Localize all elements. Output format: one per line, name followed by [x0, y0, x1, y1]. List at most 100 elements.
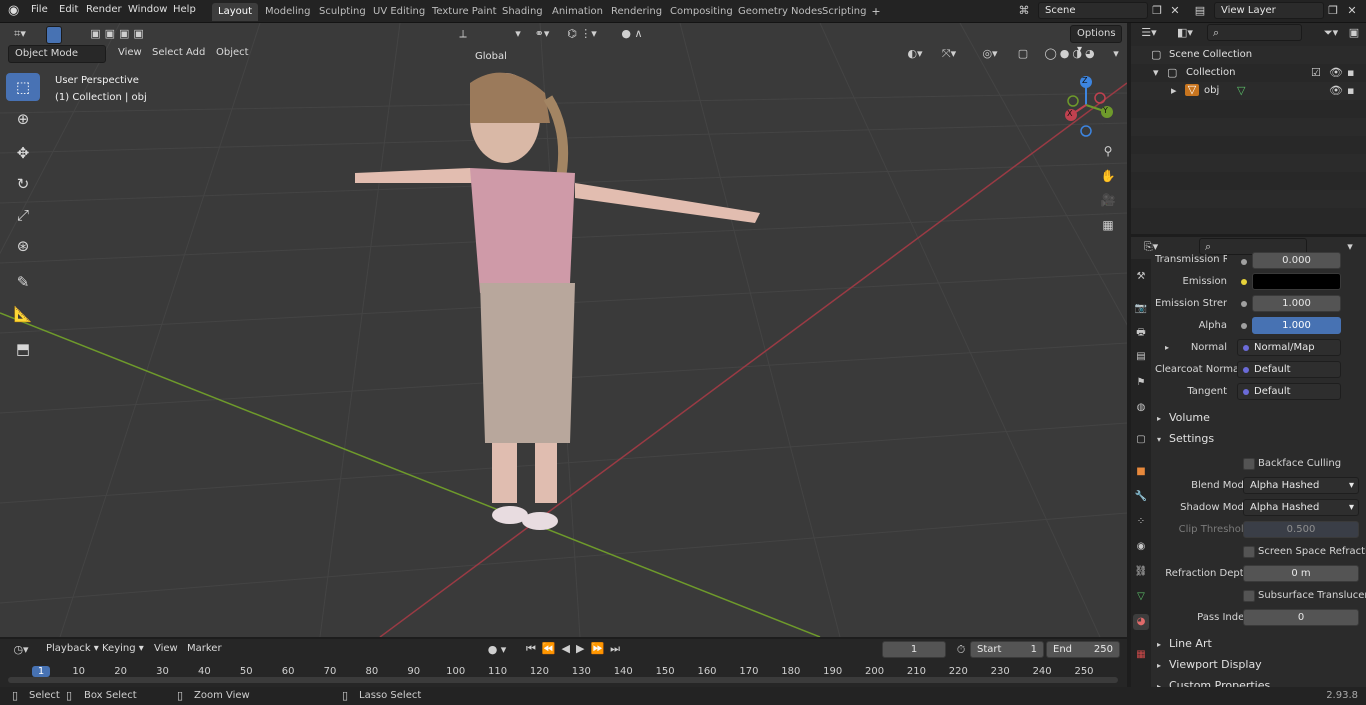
- object-menu[interactable]: Object: [210, 45, 255, 63]
- chevron-right-icon[interactable]: ▸: [1171, 85, 1177, 97]
- remove-scene-icon[interactable]: ✕: [1169, 5, 1181, 17]
- overlay-toggle-icon[interactable]: ◎▾: [975, 48, 1005, 60]
- snap-icons[interactable]: ⌬ ⋮▾: [562, 28, 602, 40]
- checkbox-icon[interactable]: ☑: [1311, 67, 1321, 79]
- menu-file[interactable]: File: [31, 4, 48, 15]
- tab-uv-editing[interactable]: UV Editing: [367, 3, 431, 21]
- camera-icon[interactable]: 🎥: [1098, 190, 1118, 210]
- tangent-field[interactable]: Default: [1237, 383, 1341, 400]
- transmission-field[interactable]: 0.000: [1252, 252, 1341, 269]
- outliner-editor-icon[interactable]: ☰▾: [1139, 27, 1159, 39]
- mode-select[interactable]: Object Mode: [8, 45, 106, 63]
- new-scene-icon[interactable]: ❐: [1151, 5, 1163, 17]
- mesh-data-icon[interactable]: ▽: [1237, 85, 1245, 97]
- new-collection-icon[interactable]: ▣: [1347, 27, 1361, 39]
- tab-shading[interactable]: Shading: [496, 3, 549, 21]
- select-box-mode-icon[interactable]: [46, 26, 62, 44]
- refraction-depth-field[interactable]: 0 m: [1243, 565, 1359, 582]
- view-menu[interactable]: View: [112, 45, 148, 63]
- material-tab-icon[interactable]: ◕: [1133, 614, 1149, 630]
- tab-geometry-nodes[interactable]: Geometry Nodes: [732, 3, 828, 21]
- orientation-value[interactable]: Global: [475, 51, 507, 62]
- playback-controls-icons[interactable]: ⏮⏪◀▶⏩⏭: [522, 643, 630, 655]
- socket-icon[interactable]: [1241, 323, 1247, 329]
- display-mode-icon[interactable]: ◧▾: [1175, 27, 1195, 39]
- socket-icon[interactable]: [1241, 279, 1247, 285]
- object-tab-icon[interactable]: ■: [1133, 464, 1149, 480]
- add-workspace-icon[interactable]: +: [870, 6, 882, 18]
- current-frame-field[interactable]: 1: [882, 641, 946, 658]
- add-menu[interactable]: Add: [180, 45, 211, 63]
- tab-compositing[interactable]: Compositing: [664, 3, 739, 21]
- socket-icon[interactable]: [1241, 259, 1247, 265]
- scale-tool-icon[interactable]: ⤢: [6, 201, 40, 229]
- shading-mode-icons[interactable]: ◯●◑◕: [1036, 48, 1106, 60]
- tab-modeling[interactable]: Modeling: [259, 3, 317, 21]
- screen-space-refraction-checkbox[interactable]: [1243, 546, 1255, 558]
- rotate-tool-icon[interactable]: ↻: [6, 170, 40, 198]
- object-row[interactable]: ▸ ▽ obj ▽ 👁 ▪: [1131, 82, 1366, 100]
- subsurface-translucency-checkbox[interactable]: [1243, 590, 1255, 602]
- view-layer-tab-icon[interactable]: ▤: [1133, 349, 1149, 365]
- transform-tool-icon[interactable]: ⊛: [6, 232, 40, 260]
- volume-section[interactable]: ▸ Volume: [1151, 408, 1366, 428]
- tab-animation[interactable]: Animation: [546, 3, 609, 21]
- menu-window[interactable]: Window: [128, 4, 167, 15]
- menu-render[interactable]: Render: [86, 4, 122, 15]
- timeline-scrollbar[interactable]: [8, 677, 1118, 683]
- clearcoat-normal-field[interactable]: Default: [1237, 361, 1341, 378]
- camera-render-icon[interactable]: ▪: [1347, 85, 1354, 97]
- render-tab-icon[interactable]: 📷: [1133, 301, 1149, 317]
- menu-edit[interactable]: Edit: [59, 4, 78, 15]
- tab-scripting[interactable]: Scripting: [816, 3, 872, 21]
- xray-icon[interactable]: ▢: [1016, 48, 1030, 60]
- chevron-down-icon[interactable]: ▾: [1343, 241, 1357, 253]
- editor-type-icon[interactable]: ⌗▾: [8, 28, 32, 40]
- viewport-display-section[interactable]: ▸ Viewport Display: [1151, 655, 1366, 675]
- filter-icon[interactable]: ⏷▾: [1319, 27, 1343, 39]
- pan-hand-icon[interactable]: ✋: [1098, 166, 1118, 186]
- measure-tool-icon[interactable]: 📐: [6, 300, 40, 328]
- world-tab-icon[interactable]: ◍: [1133, 400, 1149, 416]
- eye-icon[interactable]: 👁: [1329, 67, 1343, 79]
- scene-tab-icon[interactable]: ⚑: [1133, 375, 1149, 391]
- timeline-editor-icon[interactable]: ◷▾: [8, 644, 34, 656]
- remove-view-layer-icon[interactable]: ✕: [1346, 5, 1358, 17]
- timeline-view-menu[interactable]: View: [148, 641, 184, 659]
- tab-texture-paint[interactable]: Texture Paint: [426, 3, 503, 21]
- alpha-field[interactable]: 1.000: [1252, 317, 1341, 334]
- tab-rendering[interactable]: Rendering: [605, 3, 668, 21]
- end-frame-field[interactable]: End 250: [1046, 641, 1120, 658]
- output-tab-icon[interactable]: 🖶: [1133, 325, 1149, 341]
- texture-tab-icon[interactable]: ▦: [1133, 647, 1149, 663]
- clip-threshold-field[interactable]: 0.500: [1243, 521, 1359, 538]
- emission-color-field[interactable]: [1252, 273, 1341, 290]
- line-art-section[interactable]: ▸ Line Art: [1151, 634, 1366, 654]
- keying-menu[interactable]: Keying ▾: [96, 641, 150, 659]
- new-view-layer-icon[interactable]: ❐: [1327, 5, 1339, 17]
- tool-tab-icon[interactable]: ⚒: [1133, 269, 1149, 285]
- stopwatch-icon[interactable]: ⏱: [955, 644, 967, 656]
- blend-mode-select[interactable]: Alpha Hashed ▾: [1243, 477, 1359, 494]
- selection-mode-icons[interactable]: ▣▣▣▣: [78, 28, 160, 40]
- zoom-icon[interactable]: ⚲: [1098, 141, 1118, 161]
- socket-icon[interactable]: [1241, 301, 1247, 307]
- outliner-search-input[interactable]: ⌕: [1207, 24, 1302, 41]
- options-button[interactable]: Options ▾: [1070, 25, 1122, 55]
- add-cube-tool-icon[interactable]: ⬒: [6, 335, 40, 363]
- select-tool-icon[interactable]: ⬚: [6, 73, 40, 101]
- blender-logo-icon[interactable]: ◉: [8, 4, 22, 18]
- view-layer-field[interactable]: View Layer: [1214, 2, 1324, 19]
- scene-collection-row[interactable]: ▢ Scene Collection: [1131, 46, 1366, 64]
- tab-sculpting[interactable]: Sculpting: [313, 3, 372, 21]
- emission-strength-field[interactable]: 1.000: [1252, 295, 1341, 312]
- gizmo-toggle-icon[interactable]: ⤧▾: [934, 48, 964, 60]
- collection-row[interactable]: ▾ ▢ Collection ☑ 👁 ▪: [1131, 64, 1366, 82]
- chevron-down-icon[interactable]: ▾: [512, 28, 524, 40]
- shadow-mode-select[interactable]: Alpha Hashed ▾: [1243, 499, 1359, 516]
- camera-render-icon[interactable]: ▪: [1347, 67, 1354, 79]
- modifier-tab-icon[interactable]: 🔧: [1133, 489, 1149, 505]
- marker-menu[interactable]: Marker: [181, 641, 228, 659]
- scene-icon[interactable]: ⌘: [1016, 5, 1032, 17]
- data-tab-icon[interactable]: ▽: [1133, 589, 1149, 605]
